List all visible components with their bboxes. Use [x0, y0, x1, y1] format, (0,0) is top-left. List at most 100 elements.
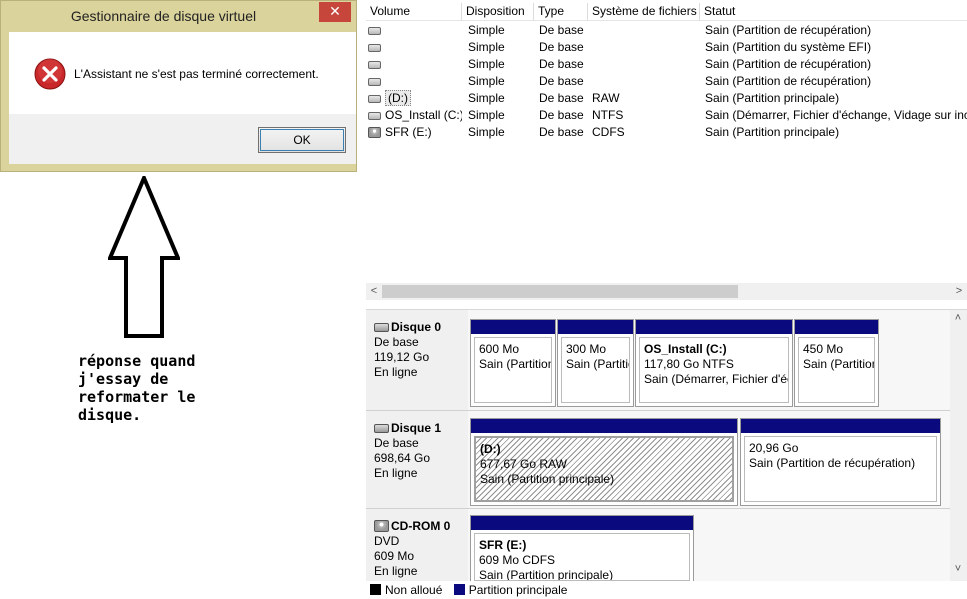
- drive-icon: [368, 78, 381, 86]
- disk-state: En ligne: [374, 466, 418, 480]
- disk-name: CD-ROM 0: [391, 519, 451, 533]
- partition-disk1-1[interactable]: (D:) 677,67 Go RAW Sain (Partition princ…: [470, 418, 738, 506]
- disk-name: Disque 0: [391, 320, 442, 334]
- scroll-right-icon[interactable]: >: [951, 283, 967, 300]
- disk-size: 698,64 Go: [374, 451, 431, 465]
- partition-disk0-4[interactable]: 450 Mo Sain (Partition de récupération): [794, 319, 879, 407]
- disk-state: En ligne: [374, 564, 418, 578]
- partition-size: 20,96 Go: [749, 441, 799, 455]
- annotation-note: réponse quand j'essay de reformater le d…: [78, 352, 196, 424]
- partition-bar: [741, 419, 940, 433]
- status-cell: Sain (Partition de récupération): [705, 57, 872, 71]
- partition-disk0-2[interactable]: 300 Mo Sain (Partition du système EFI): [557, 319, 634, 407]
- partition-disk0-1[interactable]: 600 Mo Sain (Partition de récupération): [470, 319, 556, 407]
- table-row[interactable]: SFR (E:) Simple De base CDFS Sain (Parti…: [366, 124, 967, 141]
- partition-status: Sain (Partition principale): [480, 472, 615, 486]
- close-button[interactable]: ✕: [319, 2, 351, 22]
- filesystem-cell: NTFS: [592, 108, 624, 122]
- disk-type: De base: [374, 436, 419, 450]
- ok-button[interactable]: OK: [258, 127, 346, 153]
- partition-size: 609 Mo CDFS: [479, 553, 556, 567]
- disk-1-label[interactable]: Disque 1 De base 698,64 Go En ligne: [366, 411, 468, 509]
- partition-disk0-3[interactable]: OS_Install (C:) 117,80 Go NTFS Sain (Dém…: [635, 319, 793, 407]
- partition-disk1-2[interactable]: 20,96 Go Sain (Partition de récupération…: [740, 418, 941, 506]
- status-cell: Sain (Partition principale): [705, 91, 840, 105]
- partition-status: Sain (Partition principale): [479, 568, 614, 581]
- disposition-cell: Simple: [468, 23, 505, 37]
- disk-0-label[interactable]: Disque 0 De base 119,12 Go En ligne: [366, 310, 468, 411]
- status-cell: Sain (Partition du système EFI): [705, 40, 872, 54]
- disk-type: DVD: [374, 534, 400, 548]
- drive-icon: [368, 44, 381, 52]
- partition-size: 450 Mo: [803, 342, 844, 356]
- scroll-left-icon[interactable]: <: [366, 283, 382, 300]
- dialog-footer: OK: [9, 114, 356, 164]
- primary-swatch: [453, 584, 465, 595]
- drive-icon: [368, 27, 381, 35]
- error-dialog: Gestionnaire de disque virtuel ✕ L'Assis…: [0, 0, 357, 172]
- partition-size: 117,80 Go NTFS: [644, 357, 734, 371]
- horizontal-scrollbar[interactable]: < >: [366, 283, 967, 300]
- table-row[interactable]: (D:) Simple De base RAW Sain (Partition …: [366, 90, 967, 107]
- partition-cdrom0-1[interactable]: SFR (E:) 609 Mo CDFS Sain (Partition pri…: [470, 515, 694, 585]
- partition-name: OS_Install (C:): [644, 342, 727, 356]
- disk-icon: [374, 424, 389, 433]
- disposition-cell: Simple: [468, 125, 505, 139]
- table-row[interactable]: Simple De base Sain (Partition du systèm…: [366, 39, 967, 56]
- scroll-down-icon[interactable]: ˅: [950, 561, 966, 578]
- dialog-body: L'Assistant ne s'est pas terminé correct…: [9, 32, 356, 164]
- table-row[interactable]: OS_Install (C:) Simple De base NTFS Sain…: [366, 107, 967, 124]
- filesystem-cell: RAW: [592, 91, 620, 105]
- filesystem-cell: CDFS: [592, 125, 625, 139]
- partition-status: Sain (Partition de récupération): [749, 456, 916, 470]
- partition-bar: [795, 320, 878, 334]
- cdrom-0-partitions: SFR (E:) 609 Mo CDFS Sain (Partition pri…: [468, 509, 950, 585]
- disk-0-partitions: 600 Mo Sain (Partition de récupération) …: [468, 310, 950, 411]
- partition-bar: [636, 320, 792, 334]
- disposition-cell: Simple: [468, 108, 505, 122]
- partition-size: 300 Mo: [566, 342, 607, 356]
- volume-name: (D:): [385, 90, 411, 106]
- type-cell: De base: [539, 125, 584, 139]
- partition-status: Sain (Partition du système EFI): [566, 357, 629, 371]
- error-icon: [34, 58, 66, 90]
- column-volume[interactable]: Volume: [366, 3, 462, 21]
- type-cell: De base: [539, 23, 584, 37]
- partition-bar: [471, 419, 737, 433]
- disk-type: De base: [374, 335, 419, 349]
- partition-bar: [558, 320, 633, 334]
- partition-size: 600 Mo: [479, 342, 520, 356]
- cdrom-0-label[interactable]: CD-ROM 0 DVD 609 Mo En ligne: [366, 509, 468, 582]
- partition-bar: [471, 320, 555, 334]
- column-disposition[interactable]: Disposition: [462, 3, 534, 21]
- column-status[interactable]: Statut: [700, 3, 967, 21]
- table-row[interactable]: Simple De base Sain (Partition de récupé…: [366, 22, 967, 39]
- drive-icon: [368, 112, 381, 120]
- disk-size: 609 Mo: [374, 549, 415, 563]
- column-filesystem[interactable]: Système de fichiers: [588, 3, 700, 21]
- vertical-scrollbar[interactable]: ˄ ˅: [950, 310, 967, 582]
- table-row[interactable]: Simple De base Sain (Partition de récupé…: [366, 73, 967, 90]
- disk-size: 119,12 Go: [374, 350, 430, 364]
- partition-status: Sain (Partition de récupération): [803, 357, 875, 371]
- dialog-title: Gestionnaire de disque virtuel: [70, 8, 257, 24]
- volume-name: SFR (E:): [385, 125, 432, 139]
- unallocated-swatch: [370, 584, 381, 595]
- disposition-cell: Simple: [468, 74, 505, 88]
- type-cell: De base: [539, 74, 584, 88]
- type-cell: De base: [539, 57, 584, 71]
- table-row[interactable]: Simple De base Sain (Partition de récupé…: [366, 56, 967, 73]
- cd-drive-icon: [374, 520, 389, 532]
- cd-drive-icon: [368, 127, 381, 138]
- disposition-cell: Simple: [468, 40, 505, 54]
- volume-list: Volume Disposition Type Système de fichi…: [366, 0, 967, 303]
- disposition-cell: Simple: [468, 57, 505, 71]
- column-type[interactable]: Type: [534, 3, 588, 21]
- scroll-up-icon[interactable]: ˄: [950, 310, 966, 327]
- drive-icon: [368, 61, 381, 69]
- type-cell: De base: [539, 40, 584, 54]
- disposition-cell: Simple: [468, 91, 505, 105]
- scroll-thumb[interactable]: [382, 285, 738, 298]
- up-arrow-icon: [108, 176, 180, 338]
- status-cell: Sain (Démarrer, Fichier d'échange, Vidag…: [705, 108, 967, 122]
